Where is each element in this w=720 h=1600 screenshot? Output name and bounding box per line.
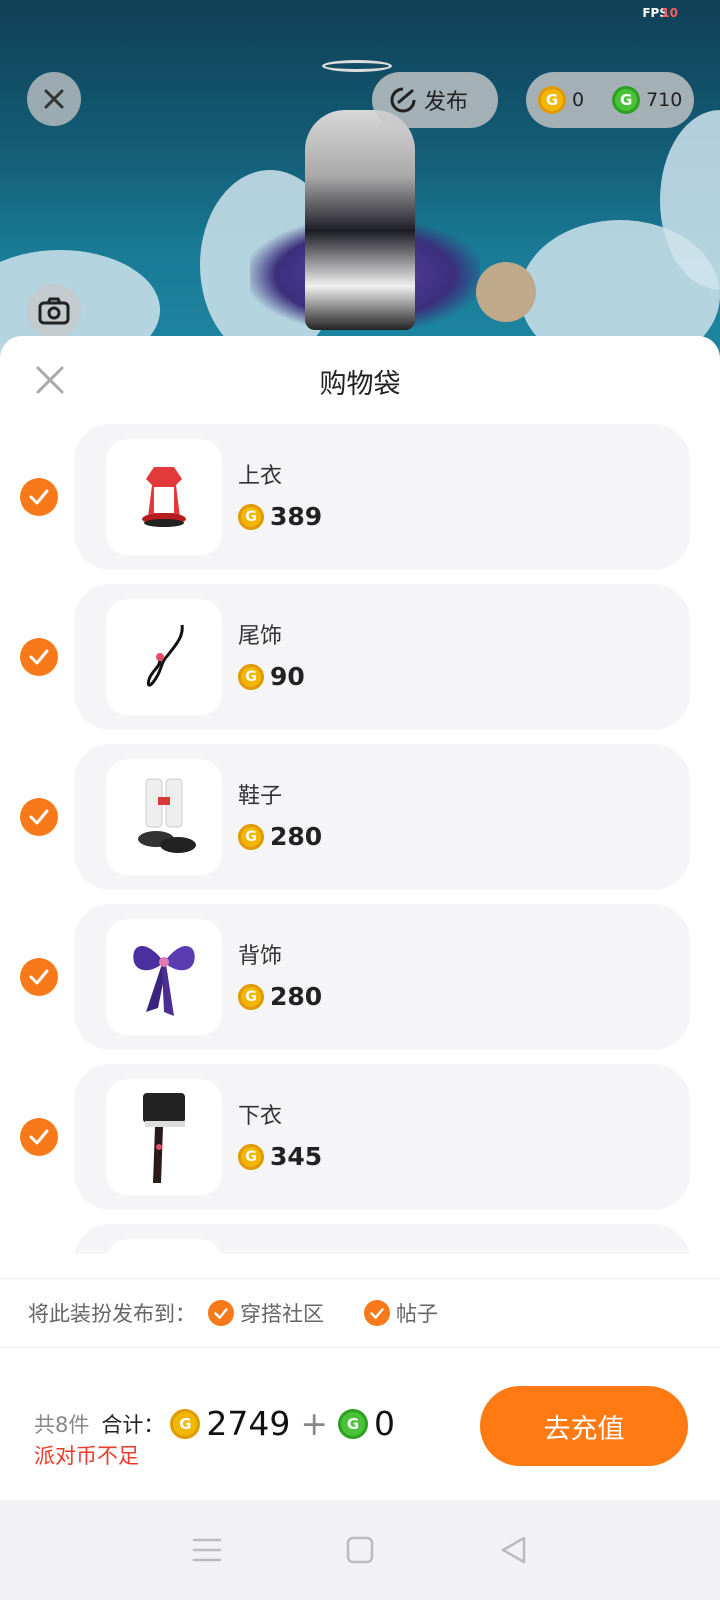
item-count: 共8件 bbox=[34, 1412, 90, 1437]
item-thumbnail bbox=[106, 439, 222, 555]
camera-button[interactable] bbox=[27, 284, 81, 338]
publish-button[interactable]: 发布 bbox=[372, 72, 498, 128]
gold-balance: 0 bbox=[572, 89, 585, 111]
item-select-checkbox[interactable] bbox=[20, 798, 58, 836]
recharge-button[interactable]: 去充值 bbox=[480, 1386, 688, 1466]
check-icon bbox=[29, 1129, 49, 1145]
sheet-title: 购物袋 bbox=[319, 369, 401, 400]
gold-coin-icon: G bbox=[238, 1143, 264, 1170]
item-thumbnail bbox=[106, 599, 222, 715]
check-icon bbox=[29, 649, 49, 665]
shopping-bag-sheet: 购物袋 上衣 G 389 尾饰 G 90 鞋子 G 280 背饰 G 280 下… bbox=[0, 336, 720, 1500]
publish-community-label[interactable]: 穿搭社区 bbox=[240, 1298, 324, 1328]
shorts-icon bbox=[143, 1093, 185, 1183]
publish-destination-bar: 将此装扮发布到： 穿搭社区 帖子 bbox=[0, 1278, 720, 1348]
item-select-checkbox[interactable] bbox=[20, 638, 58, 676]
home-square-icon bbox=[346, 1536, 374, 1564]
publish-post-checkbox[interactable] bbox=[364, 1300, 390, 1326]
currency-balance[interactable]: G 0 G 710 bbox=[526, 72, 694, 128]
item-price-value: 280 bbox=[270, 982, 323, 1011]
bag-item-list[interactable]: 上衣 G 389 尾饰 G 90 鞋子 G 280 背饰 G 280 下衣 G … bbox=[0, 424, 720, 1254]
item-name: 背饰 bbox=[238, 944, 283, 969]
list-item[interactable]: 背饰 G 280 bbox=[0, 904, 720, 1064]
item-card[interactable]: 尾饰 G 90 bbox=[74, 584, 690, 730]
item-price: G 389 bbox=[238, 502, 322, 531]
publish-icon bbox=[390, 87, 416, 113]
gold-coin-icon: G bbox=[538, 86, 566, 114]
character-halo bbox=[322, 60, 392, 72]
check-icon bbox=[29, 489, 49, 505]
list-item[interactable]: 上衣 G 389 bbox=[0, 424, 720, 584]
plus-sign: + bbox=[300, 1404, 329, 1443]
home-nav-button[interactable] bbox=[340, 1530, 380, 1570]
item-card[interactable]: 背饰 G 280 bbox=[74, 904, 690, 1050]
gold-coin-icon: G bbox=[170, 1408, 201, 1439]
back-triangle-icon bbox=[502, 1536, 526, 1564]
check-icon bbox=[370, 1307, 384, 1319]
item-thumbnail bbox=[106, 759, 222, 875]
gold-coin-icon: G bbox=[238, 983, 264, 1010]
bow-icon bbox=[133, 946, 195, 1016]
list-item[interactable]: 尾饰 G 90 bbox=[0, 584, 720, 744]
publish-post-label[interactable]: 帖子 bbox=[396, 1298, 438, 1328]
list-item[interactable]: 面饰 bbox=[0, 1224, 720, 1254]
publish-prompt: 将此装扮发布到： bbox=[28, 1302, 196, 1326]
gold-coin-icon: G bbox=[238, 823, 264, 850]
doll-prop bbox=[476, 262, 536, 322]
item-price: G 90 bbox=[238, 662, 305, 691]
green-coin-icon: G bbox=[612, 86, 641, 114]
item-card[interactable]: 鞋子 G 280 bbox=[74, 744, 690, 890]
item-select-checkbox[interactable] bbox=[20, 478, 58, 516]
item-name: 上衣 bbox=[238, 464, 283, 489]
item-price-value: 90 bbox=[270, 662, 305, 691]
item-thumbnail bbox=[106, 919, 222, 1035]
item-card[interactable]: 下衣 G 345 bbox=[74, 1064, 690, 1210]
item-name: 下衣 bbox=[238, 1104, 283, 1129]
character-avatar[interactable] bbox=[305, 110, 415, 330]
item-price-value: 280 bbox=[270, 822, 323, 851]
total-label: 合计： bbox=[101, 1412, 165, 1437]
check-icon bbox=[29, 809, 49, 825]
menu-nav-button[interactable] bbox=[187, 1530, 227, 1570]
check-icon bbox=[29, 969, 49, 985]
system-navigation-bar bbox=[0, 1500, 720, 1600]
shoes-icon bbox=[138, 778, 196, 853]
publish-label: 发布 bbox=[424, 90, 469, 115]
back-nav-button[interactable] bbox=[493, 1530, 533, 1570]
item-thumbnail bbox=[106, 1239, 222, 1254]
gold-coin-icon: G bbox=[238, 503, 264, 530]
item-select-checkbox[interactable] bbox=[20, 1118, 58, 1156]
close-icon bbox=[44, 89, 64, 109]
camera-icon bbox=[38, 297, 70, 325]
item-name: 尾饰 bbox=[238, 624, 283, 649]
list-item[interactable]: 鞋子 G 280 bbox=[0, 744, 720, 904]
fps-value: 10 bbox=[661, 6, 678, 20]
check-icon bbox=[214, 1307, 228, 1319]
total-summary: 共8件 合计： G 2749 + G 0 bbox=[34, 1404, 395, 1443]
checkout-bar: 共8件 合计： G 2749 + G 0 派对币不足 去充值 bbox=[0, 1348, 720, 1500]
avatar-preview-scene: FPS 10 发布 G 0 G 710 bbox=[0, 0, 720, 360]
total-gold: 2749 bbox=[206, 1404, 291, 1443]
item-card[interactable]: 面饰 bbox=[74, 1224, 690, 1254]
item-price: G 280 bbox=[238, 822, 322, 851]
insufficient-funds-warning: 派对币不足 bbox=[34, 1444, 139, 1468]
item-thumbnail bbox=[106, 1079, 222, 1195]
item-card[interactable]: 上衣 G 389 bbox=[74, 424, 690, 570]
menu-icon bbox=[192, 1538, 221, 1562]
item-select-checkbox[interactable] bbox=[20, 958, 58, 996]
green-balance: 710 bbox=[646, 89, 683, 111]
tail-icon bbox=[146, 624, 184, 687]
item-price-value: 345 bbox=[270, 1142, 323, 1171]
item-price: G 280 bbox=[238, 982, 322, 1011]
close-scene-button[interactable] bbox=[27, 72, 81, 126]
item-name: 鞋子 bbox=[238, 784, 283, 809]
publish-community-checkbox[interactable] bbox=[208, 1300, 234, 1326]
gold-coin-icon: G bbox=[238, 663, 264, 690]
item-price: G 345 bbox=[238, 1142, 322, 1171]
item-price-value: 389 bbox=[270, 502, 323, 531]
dress-top-icon bbox=[142, 467, 186, 527]
list-item[interactable]: 下衣 G 345 bbox=[0, 1064, 720, 1224]
total-green: 0 bbox=[374, 1404, 396, 1443]
green-coin-icon: G bbox=[338, 1408, 369, 1439]
